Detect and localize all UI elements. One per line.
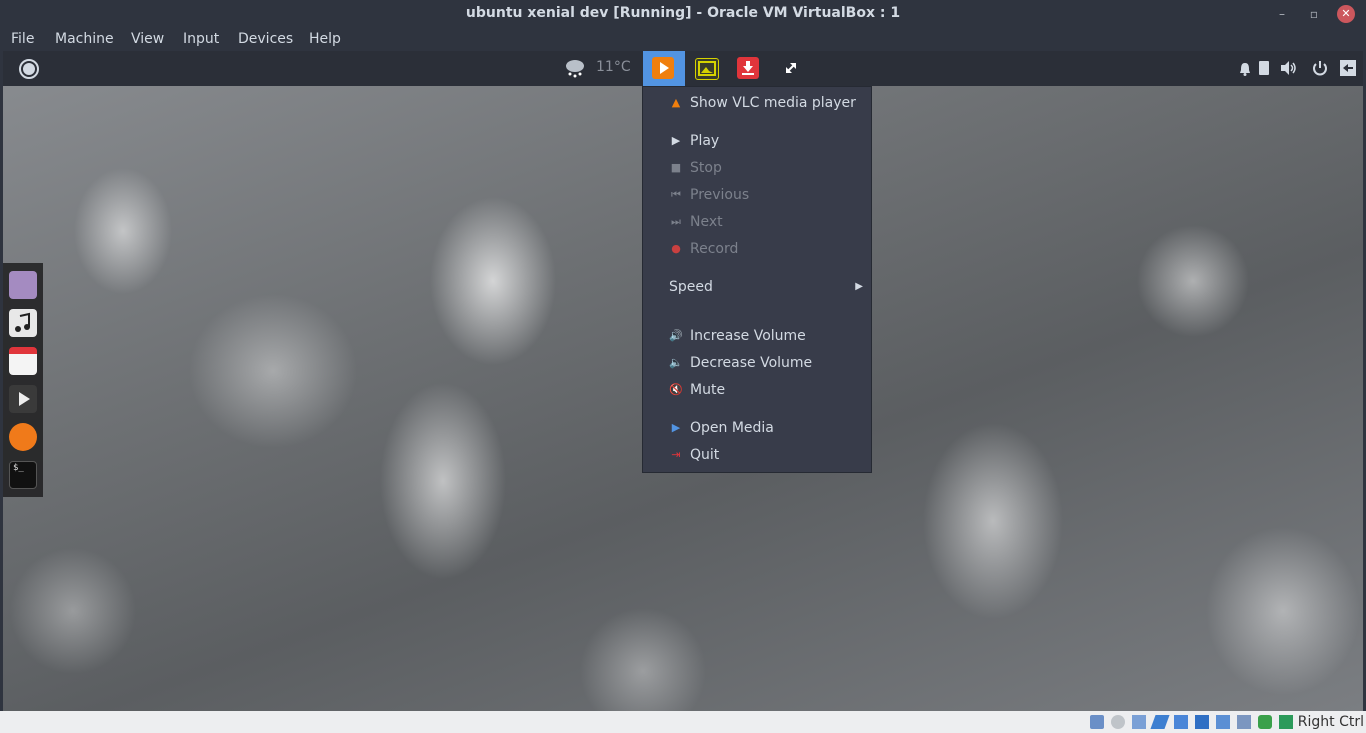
menu-item-speed[interactable]: Speed ▶ <box>643 276 871 300</box>
firefox-icon[interactable] <box>9 423 37 451</box>
menu-item-decrease-volume[interactable]: 🔈 Decrease Volume <box>643 352 871 376</box>
vlc-cone-icon: ▲ <box>671 96 681 109</box>
optical-drive-icon[interactable] <box>1111 715 1125 729</box>
menu-item-previous[interactable]: ⏮ Previous <box>643 184 871 208</box>
vbox-menubar: File Machine View Input Devices Help <box>0 28 1366 51</box>
swap-arrows-icon[interactable] <box>780 57 802 79</box>
menu-item-next[interactable]: ⏭ Next <box>643 211 871 235</box>
music-icon[interactable] <box>9 309 37 337</box>
download-icon[interactable] <box>737 57 759 79</box>
guest-top-panel: 11°C <box>3 51 1363 86</box>
video-player-icon[interactable] <box>9 385 37 413</box>
menu-devices[interactable]: Devices <box>238 31 293 47</box>
stop-icon: ■ <box>670 161 682 174</box>
menu-item-open-media[interactable]: ▶ Open Media <box>643 417 871 441</box>
close-button[interactable]: ✕ <box>1337 5 1355 23</box>
terminal-icon[interactable]: $_ <box>9 461 37 489</box>
calendar-icon[interactable] <box>9 347 37 375</box>
window-titlebar: ubuntu xenial dev [Running] - Oracle VM … <box>0 0 1366 28</box>
window-title: ubuntu xenial dev [Running] - Oracle VM … <box>465 5 901 21</box>
menu-item-record[interactable]: ● Record <box>643 238 871 262</box>
mouse-integration-icon[interactable] <box>1279 715 1293 729</box>
vlc-play-icon <box>652 57 674 79</box>
restore-button[interactable]: ▫ <box>1305 5 1323 23</box>
menu-file[interactable]: File <box>11 31 34 47</box>
display-icon[interactable] <box>1216 715 1230 729</box>
menu-machine[interactable]: Machine <box>55 31 114 47</box>
menu-item-stop[interactable]: ■ Stop <box>643 157 871 181</box>
open-media-icon: ▶ <box>671 421 681 434</box>
volume-icon[interactable] <box>1280 60 1298 76</box>
vbox-statusbar: Right Ctrl <box>0 711 1366 733</box>
cloud-snow-icon[interactable] <box>563 57 587 81</box>
menu-item-quit[interactable]: ⇥ Quit <box>643 444 871 468</box>
shared-folders-icon[interactable] <box>1195 715 1209 729</box>
menu-item-show-vlc[interactable]: ▲ Show VLC media player <box>643 92 871 116</box>
clipboard-icon[interactable] <box>1259 61 1269 75</box>
menu-item-increase-volume[interactable]: 🔊 Increase Volume <box>643 325 871 349</box>
play-icon: ▶ <box>671 134 681 147</box>
guest-launcher-dock: $_ <box>3 263 43 497</box>
menu-item-mute[interactable]: 🔇 Mute <box>643 379 871 403</box>
menu-input[interactable]: Input <box>183 31 219 47</box>
mute-icon: 🔇 <box>669 383 683 396</box>
files-icon[interactable] <box>9 271 37 299</box>
volume-down-icon: 🔈 <box>669 356 683 369</box>
volume-up-icon: 🔊 <box>669 329 683 342</box>
usb-icon[interactable] <box>1174 715 1188 729</box>
power-icon[interactable] <box>1312 60 1328 76</box>
hard-disk-icon[interactable] <box>1090 715 1104 729</box>
vt-x-icon[interactable] <box>1258 715 1272 729</box>
submenu-arrow-icon: ▶ <box>855 281 863 292</box>
minimize-button[interactable]: – <box>1273 5 1291 23</box>
quit-icon: ⇥ <box>671 448 681 461</box>
menu-item-play[interactable]: ▶ Play <box>643 130 871 154</box>
previous-icon: ⏮ <box>671 188 681 201</box>
record-icon: ● <box>671 242 681 255</box>
exit-icon[interactable] <box>1340 60 1356 76</box>
menu-view[interactable]: View <box>131 31 164 47</box>
host-key-label[interactable]: Right Ctrl <box>1298 714 1364 730</box>
image-viewer-icon[interactable] <box>695 58 719 80</box>
menu-help[interactable]: Help <box>309 31 341 47</box>
menu-launcher-icon[interactable] <box>18 58 40 80</box>
vlc-context-menu: ▲ Show VLC media player ▶ Play ■ Stop ⏮ … <box>642 86 872 473</box>
network-icon[interactable] <box>1150 715 1170 729</box>
vlc-tray-active[interactable] <box>643 51 685 86</box>
bell-icon[interactable] <box>1239 61 1251 76</box>
audio-icon[interactable] <box>1132 715 1146 729</box>
temperature-label[interactable]: 11°C <box>596 59 631 75</box>
video-capture-icon[interactable] <box>1237 715 1251 729</box>
next-icon: ⏭ <box>671 215 681 228</box>
